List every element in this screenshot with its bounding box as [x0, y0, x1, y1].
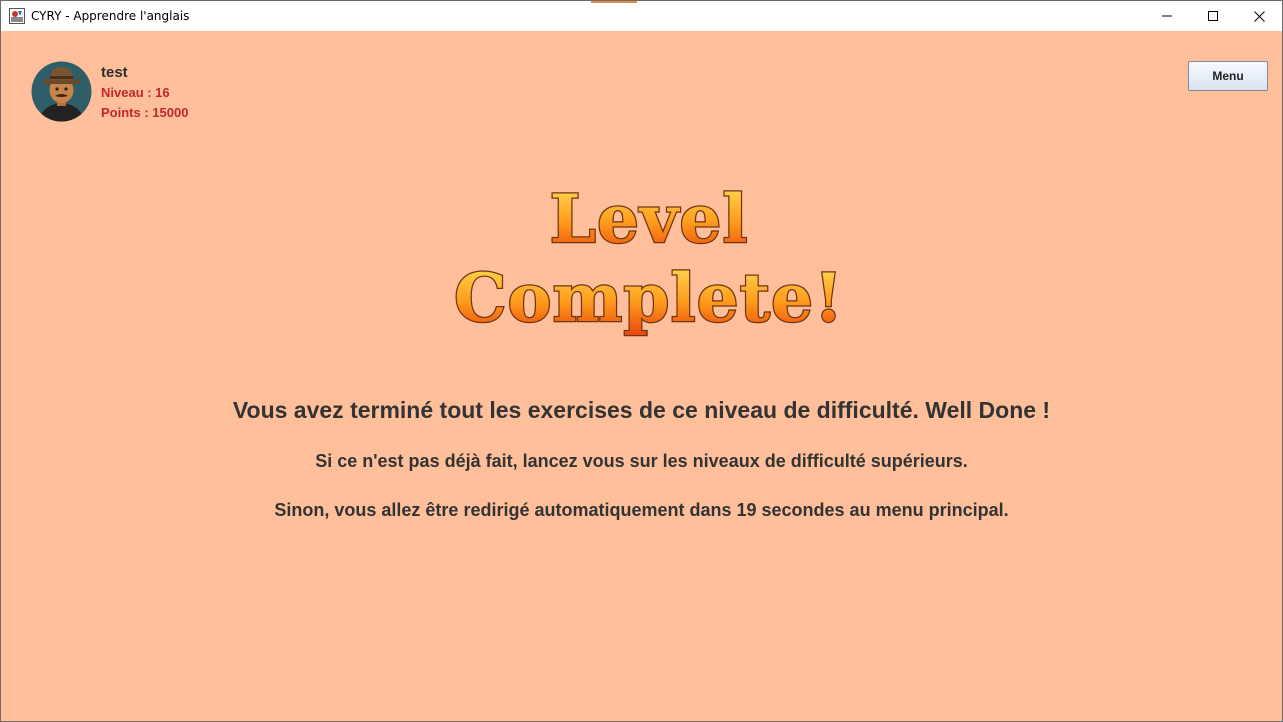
close-icon — [1253, 10, 1265, 22]
user-name: test — [101, 64, 128, 81]
avatar — [31, 61, 92, 122]
menu-button[interactable]: Menu — [1188, 61, 1268, 91]
maximize-button[interactable] — [1190, 1, 1236, 31]
next-level-hint: Si ce n'est pas déjà fait, lancez vous s… — [315, 451, 968, 471]
user-level: Niveau : 16 — [101, 85, 170, 100]
level-complete-banner: Level Complete! — [453, 179, 845, 339]
maximize-icon — [1208, 11, 1218, 21]
title-bar[interactable]: CYRY - Apprendre l'anglais — [1, 1, 1282, 31]
title-accent — [591, 1, 637, 3]
app-icon — [9, 8, 25, 24]
close-button[interactable] — [1236, 1, 1282, 31]
level-complete-screen: test Niveau : 16 Points : 15000 Menu Lev… — [1, 31, 1282, 721]
redirect-notice: Sinon, vous allez être redirigé automati… — [274, 500, 1009, 520]
banner-line-1: Level — [550, 180, 749, 258]
completion-message: Vous avez terminé tout les exercises de … — [232, 397, 1051, 423]
user-points: Points : 15000 — [101, 105, 189, 120]
minimize-icon — [1162, 15, 1172, 17]
banner-line-2: Complete! — [454, 259, 844, 337]
app-window: CYRY - Apprendre l'anglais test Niveau:… — [0, 0, 1283, 722]
minimize-button[interactable] — [1144, 1, 1190, 31]
window-title: CYRY - Apprendre l'anglais — [31, 9, 190, 23]
